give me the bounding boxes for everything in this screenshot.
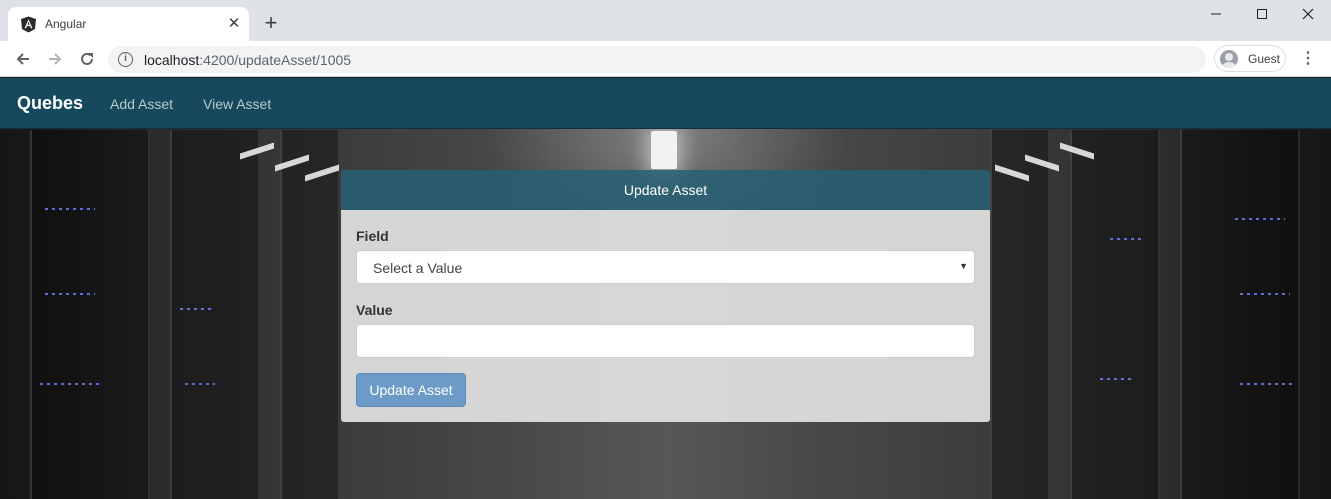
update-asset-card: Update Asset Field Select a Value ▼ Valu…: [341, 170, 990, 422]
value-label: Value: [356, 302, 393, 318]
field-select-value: Select a Value: [373, 260, 463, 276]
forward-button[interactable]: [44, 48, 66, 70]
card-title: Update Asset: [623, 182, 708, 198]
angular-icon: [21, 16, 36, 33]
minimize-button[interactable]: [1193, 0, 1239, 28]
update-asset-button[interactable]: Update Asset: [356, 373, 466, 407]
value-input[interactable]: [356, 324, 975, 358]
app-navbar: Quebes Add Asset View Asset: [0, 78, 1331, 129]
field-select[interactable]: Select a Value ▼: [356, 250, 975, 284]
nav-add-asset[interactable]: Add Asset: [110, 96, 173, 112]
nav-view-asset[interactable]: View Asset: [203, 96, 271, 112]
url-host: localhost: [144, 52, 200, 68]
brand-logo[interactable]: Quebes: [17, 93, 83, 114]
maximize-icon: [1257, 9, 1267, 19]
close-window-icon: [1302, 8, 1314, 20]
app-viewport: Quebes Add Asset View Asset Update Asset…: [0, 78, 1331, 499]
browser-menu-icon[interactable]: ⋮: [1298, 49, 1318, 69]
close-window-button[interactable]: [1285, 0, 1331, 28]
profile-avatar-icon: [1220, 50, 1238, 68]
forward-arrow-icon: [49, 53, 62, 65]
tab-close-icon[interactable]: ✕: [225, 15, 243, 33]
profile-label: Guest: [1248, 52, 1281, 66]
maximize-button[interactable]: [1239, 0, 1285, 28]
reload-button[interactable]: [76, 48, 98, 70]
reload-icon: [81, 52, 93, 65]
back-arrow-icon: [16, 53, 29, 65]
card-header: Update Asset: [341, 170, 990, 210]
card-body: Field Select a Value ▼ Value Update Asse…: [341, 210, 990, 422]
tab-title: Angular: [45, 17, 87, 31]
back-button[interactable]: [12, 48, 34, 70]
site-info-icon[interactable]: i: [118, 52, 133, 67]
browser-tabstrip: Angular ✕ +: [0, 0, 1331, 41]
browser-toolbar: i localhost:4200/updateAsset/1005 Guest …: [0, 41, 1331, 77]
minimize-icon: [1211, 13, 1221, 15]
field-label: Field: [356, 228, 389, 244]
profile-button[interactable]: Guest: [1214, 45, 1286, 72]
chevron-down-icon: ▼: [959, 261, 968, 271]
new-tab-button[interactable]: +: [259, 11, 283, 35]
url-path: :4200/updateAsset/1005: [199, 52, 352, 68]
url-text[interactable]: localhost:4200/updateAsset/1005: [144, 52, 351, 68]
address-bar[interactable]: i localhost:4200/updateAsset/1005: [108, 46, 1206, 73]
browser-tab[interactable]: Angular ✕: [8, 7, 249, 41]
